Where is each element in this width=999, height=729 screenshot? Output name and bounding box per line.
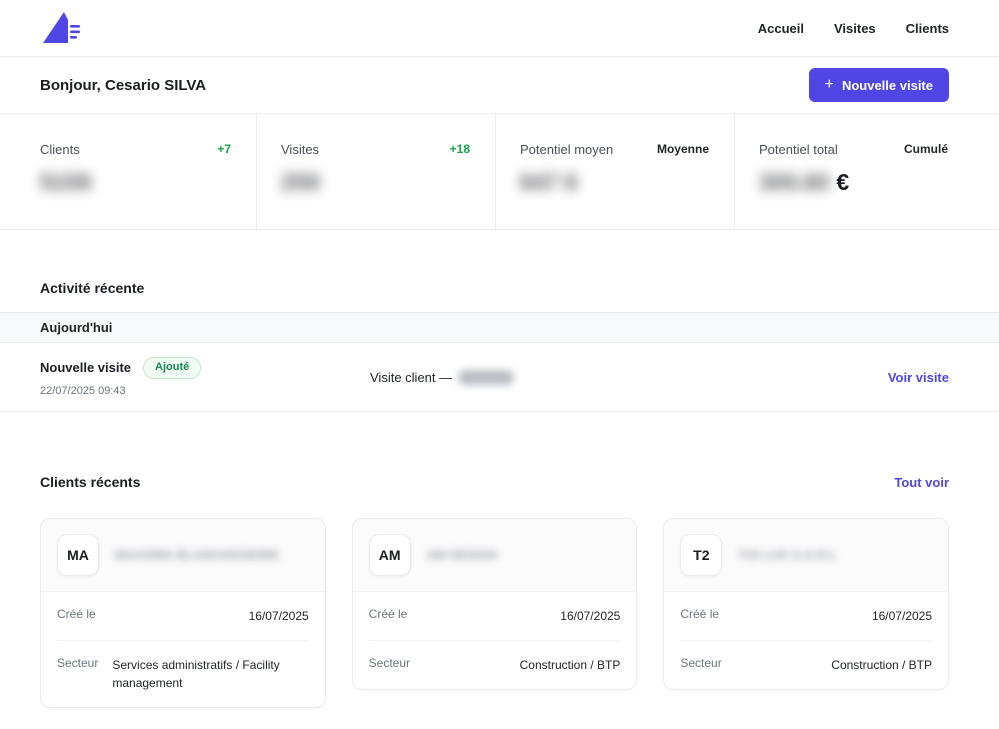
nav-item-visites[interactable]: Visites <box>834 21 876 36</box>
stat-potentiel-total-label: Potentiel total <box>759 142 838 157</box>
recent-activity-title: Activité récente <box>40 280 959 296</box>
stat-clients-delta: +7 <box>217 142 231 156</box>
sector-row: Secteur Construction / BTP <box>680 640 932 689</box>
redacted-value: 259 <box>281 169 319 196</box>
see-all-clients-link[interactable]: Tout voir <box>894 475 949 490</box>
activity-row: Nouvelle visite Ajouté 22/07/2025 09:43 … <box>0 343 999 412</box>
nav-item-accueil[interactable]: Accueil <box>758 21 804 36</box>
client-card[interactable]: T2 T25 LUX S.A.R.L Créé le 16/07/2025 Se… <box>663 518 949 690</box>
sector-value: Services administratifs / Facility manag… <box>112 656 308 692</box>
activity-timestamp: 22/07/2025 09:43 <box>40 385 370 397</box>
activity-description-prefix: Visite client — <box>370 370 452 385</box>
stat-potentiel-total: Potentiel total Cumulé 300.60 € <box>735 114 999 229</box>
created-row: Créé le 16/07/2025 <box>57 592 309 640</box>
sector-label: Secteur <box>680 656 721 674</box>
sector-row: Secteur Construction / BTP <box>369 640 621 689</box>
activity-item-title: Nouvelle visite <box>40 360 131 375</box>
stat-visites-value: 259 <box>281 169 470 196</box>
created-value: 16/07/2025 <box>249 607 309 625</box>
client-avatar: AM <box>369 534 411 576</box>
greeting-text: Bonjour, Cesario SILVA <box>40 77 206 94</box>
created-value: 16/07/2025 <box>872 607 932 625</box>
triangle-lines-logo[interactable] <box>40 8 84 48</box>
stat-clients-value: 5159 <box>40 169 231 196</box>
redacted-client-name <box>458 370 514 385</box>
client-card[interactable]: MA MAXXIMA BLANCHISSERIE Créé le 16/07/2… <box>40 518 326 708</box>
created-value: 16/07/2025 <box>560 607 620 625</box>
recent-clients-title: Clients récents <box>40 474 140 490</box>
stat-visites-label: Visites <box>281 142 319 157</box>
stat-potentiel-moyen-value: 647 6 <box>520 169 709 196</box>
stat-visites: Visites +18 259 <box>257 114 496 229</box>
plus-icon: + <box>825 77 834 93</box>
client-cards: MA MAXXIMA BLANCHISSERIE Créé le 16/07/2… <box>0 490 999 708</box>
redacted-value: 647 6 <box>520 169 578 196</box>
stat-potentiel-total-tag: Cumulé <box>904 142 948 156</box>
stat-potentiel-moyen-tag: Moyenne <box>657 142 709 156</box>
new-visit-button-label: Nouvelle visite <box>842 78 933 93</box>
stat-visites-delta: +18 <box>450 142 470 156</box>
activity-description: Visite client — <box>370 370 888 385</box>
stat-potentiel-total-value: 300.60 € <box>759 169 948 196</box>
status-badge: Ajouté <box>143 357 201 378</box>
stats-row: Clients +7 5159 Visites +18 259 Potentie… <box>0 114 999 230</box>
stat-potentiel-moyen: Potentiel moyen Moyenne 647 6 <box>496 114 735 229</box>
see-visit-link[interactable]: Voir visite <box>888 370 949 385</box>
new-visit-button[interactable]: + Nouvelle visite <box>809 68 949 102</box>
nav-item-clients[interactable]: Clients <box>906 21 949 36</box>
stat-clients: Clients +7 5159 <box>0 114 257 229</box>
created-label: Créé le <box>680 607 719 625</box>
stat-potentiel-moyen-label: Potentiel moyen <box>520 142 613 157</box>
redacted-value: 300.60 <box>759 169 829 196</box>
activity-day-group: Aujourd'hui <box>0 312 999 343</box>
sector-label: Secteur <box>57 656 98 692</box>
created-row: Créé le 16/07/2025 <box>680 592 932 640</box>
client-name-redacted: MAXXIMA BLANCHISSERIE <box>115 548 279 562</box>
created-row: Créé le 16/07/2025 <box>369 592 621 640</box>
client-avatar: MA <box>57 534 99 576</box>
client-avatar: T2 <box>680 534 722 576</box>
created-label: Créé le <box>57 607 96 625</box>
sector-value: Construction / BTP <box>831 656 932 674</box>
activity-day-label: Aujourd'hui <box>40 320 112 335</box>
client-name-redacted: T25 LUX S.A.R.L <box>738 548 837 562</box>
client-card[interactable]: AM AM DESIGN Créé le 16/07/2025 Secteur … <box>352 518 638 690</box>
created-label: Créé le <box>369 607 408 625</box>
sector-row: Secteur Services administratifs / Facili… <box>57 640 309 707</box>
nav-links: Accueil Visites Clients <box>758 21 949 36</box>
greeting-bar: Bonjour, Cesario SILVA + Nouvelle visite <box>0 57 999 114</box>
client-name-redacted: AM DESIGN <box>427 548 498 562</box>
redacted-value: 5159 <box>40 169 91 196</box>
sector-value: Construction / BTP <box>520 656 621 674</box>
top-navigation: Accueil Visites Clients <box>0 0 999 57</box>
euro-symbol: € <box>836 169 849 196</box>
stat-clients-label: Clients <box>40 142 80 157</box>
sector-label: Secteur <box>369 656 410 674</box>
